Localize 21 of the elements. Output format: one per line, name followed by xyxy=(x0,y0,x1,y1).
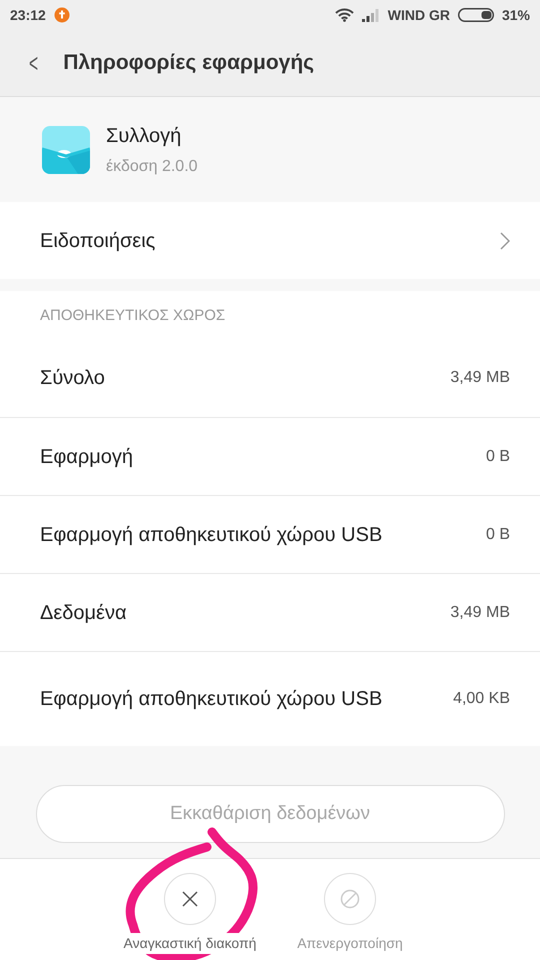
row-label: Εφαρμογή αποθηκευτικού χώρου USB xyxy=(40,522,382,548)
app-version: έκδοση 2.0.0 xyxy=(106,156,198,176)
carrier-name: WIND GR xyxy=(388,6,450,24)
section-heading: ΑΠΟΘΗΚΕΥΤΙΚΟΣ ΧΩΡΟΣ xyxy=(0,291,540,339)
app-name: Συλλογή xyxy=(106,124,182,148)
notifications-row[interactable]: Ειδοποιήσεις xyxy=(0,202,540,279)
row-value: 3,49 MB xyxy=(450,368,510,388)
back-button[interactable]: < xyxy=(24,50,43,76)
row-value: 0 B xyxy=(486,524,510,544)
action-label: Αναγκαστική διακοπή xyxy=(124,933,256,954)
row-label: Σύνολο xyxy=(40,366,105,391)
row-label: Εφαρμογή xyxy=(40,444,134,470)
row-label: Ειδοποιήσεις xyxy=(40,228,156,254)
row-label: Δεδομένα xyxy=(40,600,127,626)
row-value: 3,49 MB xyxy=(450,602,510,622)
row-value: 4,00 KB xyxy=(453,689,510,709)
battery-percent: 31% xyxy=(502,6,530,24)
clock-time: 23:12 xyxy=(10,6,46,24)
row-value: 0 B xyxy=(486,446,510,466)
page-title: Πληροφορίες εφαρμογής xyxy=(63,50,314,76)
row-label: Εφαρμογή αποθηκευτικού χώρου USB xyxy=(40,687,382,712)
